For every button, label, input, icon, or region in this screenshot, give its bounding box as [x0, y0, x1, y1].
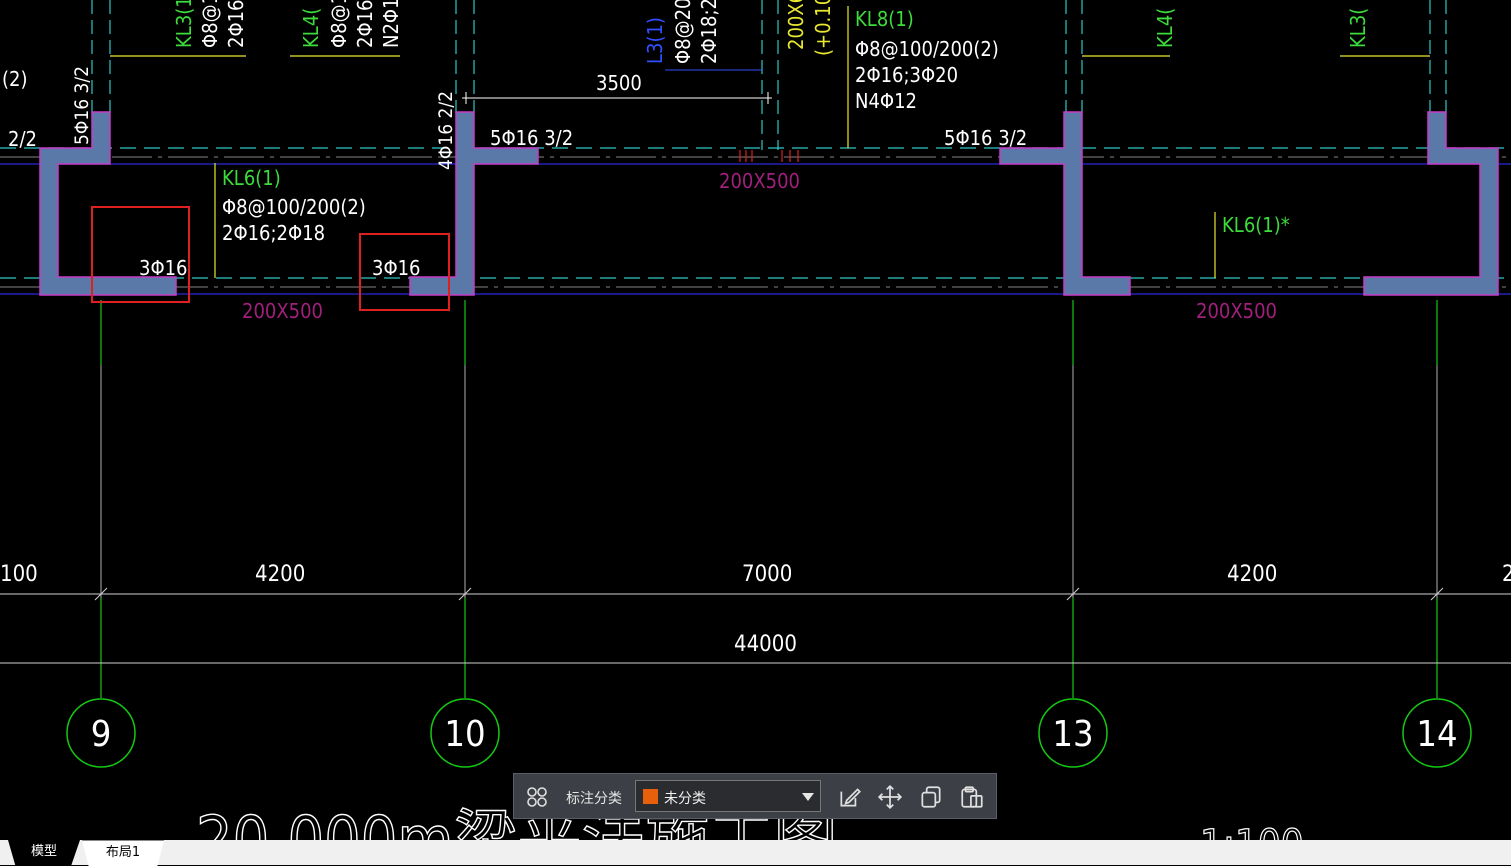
kl8-name: KL8(1) — [855, 7, 914, 31]
kl8-stirrup: Φ8@100/200(2) — [855, 37, 999, 61]
annotation-category-label: 标注分类 — [566, 791, 622, 807]
beam-bars-kl3-top: 2Φ16 — [224, 0, 248, 48]
rebar-col10-right: 5Φ16 3/2 — [490, 126, 573, 150]
beam-label-l3: L3(1) — [643, 17, 667, 64]
left-edge-label-2: (2) — [2, 67, 28, 91]
beam-stirrup-kl3-top: Φ8@1 — [198, 0, 222, 48]
kl6-right-name: KL6(1)* — [1222, 213, 1290, 237]
beam-bars-l3: 2Φ18;2 — [697, 0, 721, 64]
beam-stirrup-kl4-top: Φ8@1 — [327, 0, 351, 48]
beam-size-left: 200X500 — [242, 299, 323, 323]
drawing-scale: 1:100 — [1200, 822, 1304, 840]
category-selected-value: 未分类 — [664, 791, 706, 807]
axis-lines — [100, 300, 1438, 600]
edit-icon[interactable] — [836, 783, 864, 811]
beam-label-kl3-right: KL3( — [1346, 8, 1370, 48]
rebar-col9-vertical: 5Φ16 3/2 — [71, 66, 93, 145]
beam-top-band — [0, 147, 1511, 165]
paste-icon[interactable] — [958, 783, 986, 811]
copy-icon[interactable] — [917, 783, 945, 811]
beam-stirrup-l3: Φ8@20 — [671, 0, 695, 64]
tab-layout1[interactable]: 布局1 — [82, 840, 164, 866]
rebar-box1: 3Φ16 — [139, 256, 188, 280]
kl6-bars: 2Φ16;2Φ18 — [222, 221, 325, 245]
beam-bars-kl4-top: 2Φ16 — [353, 0, 377, 48]
beam-size-vertical: 200X6 — [784, 0, 808, 50]
dim-13-14: 4200 — [1227, 562, 1277, 587]
dim-9-10: 4200 — [255, 562, 305, 587]
kl6-name: KL6(1) — [222, 166, 281, 190]
axis-label-9: 9 — [91, 714, 112, 755]
cad-drawing-canvas[interactable]: KL3(1) Φ8@1 2Φ16 KL4( Φ8@1 2Φ16 N2Φ1 L3(… — [0, 0, 1511, 840]
annotation-category-select[interactable]: 未分类 — [635, 780, 821, 812]
dim-3500: 3500 — [596, 71, 642, 95]
wall-column-14 — [1363, 111, 1499, 296]
beam-bottom-band — [0, 277, 1511, 295]
wall-lines-upper — [91, 0, 1447, 150]
axis-bubbles — [66, 698, 1472, 768]
kl8-bars: 2Φ16;3Φ20 — [855, 63, 958, 87]
beam-side-kl4-top: N2Φ1 — [379, 0, 403, 48]
axis-label-10: 10 — [444, 714, 485, 755]
annotation-category-toolbar: 标注分类 未分类 — [513, 773, 997, 819]
rebar-col13-left: 5Φ16 3/2 — [944, 126, 1027, 150]
left-edge-label-22: 2/2 — [8, 127, 37, 151]
rebar-col10-vertical: 4Φ16 2/2 — [435, 91, 457, 170]
category-color-swatch — [643, 789, 658, 804]
dim-total: 44000 — [734, 632, 797, 657]
layout-tab-bar: 模型 布局1 — [0, 840, 1511, 866]
beam-label-kl3-top: KL3(1) — [172, 0, 196, 48]
beam-size-right: 200X500 — [1196, 299, 1277, 323]
dim-right-partial: 2 — [1502, 562, 1511, 587]
beam-label-kl4-top: KL4( — [299, 8, 323, 48]
beam-size-mid: 200X500 — [719, 169, 800, 193]
kl8-side: N4Φ12 — [855, 89, 917, 113]
dim-left-partial: 100 — [0, 562, 38, 587]
axis-label-13: 13 — [1052, 714, 1093, 755]
move-icon[interactable] — [876, 783, 904, 811]
chevron-down-icon — [802, 793, 814, 801]
rebar-box2: 3Φ16 — [372, 256, 421, 280]
kl6-stirrup: Φ8@100/200(2) — [222, 195, 366, 219]
beam-label-kl4-right: KL4( — [1153, 8, 1177, 48]
grid-icon[interactable] — [523, 783, 551, 811]
axis-label-14: 14 — [1416, 714, 1457, 755]
elevation-label: (+0.10 — [811, 0, 835, 56]
dim-10-13: 7000 — [742, 562, 792, 587]
section-marks — [739, 150, 799, 162]
tab-model[interactable]: 模型 — [8, 840, 80, 865]
